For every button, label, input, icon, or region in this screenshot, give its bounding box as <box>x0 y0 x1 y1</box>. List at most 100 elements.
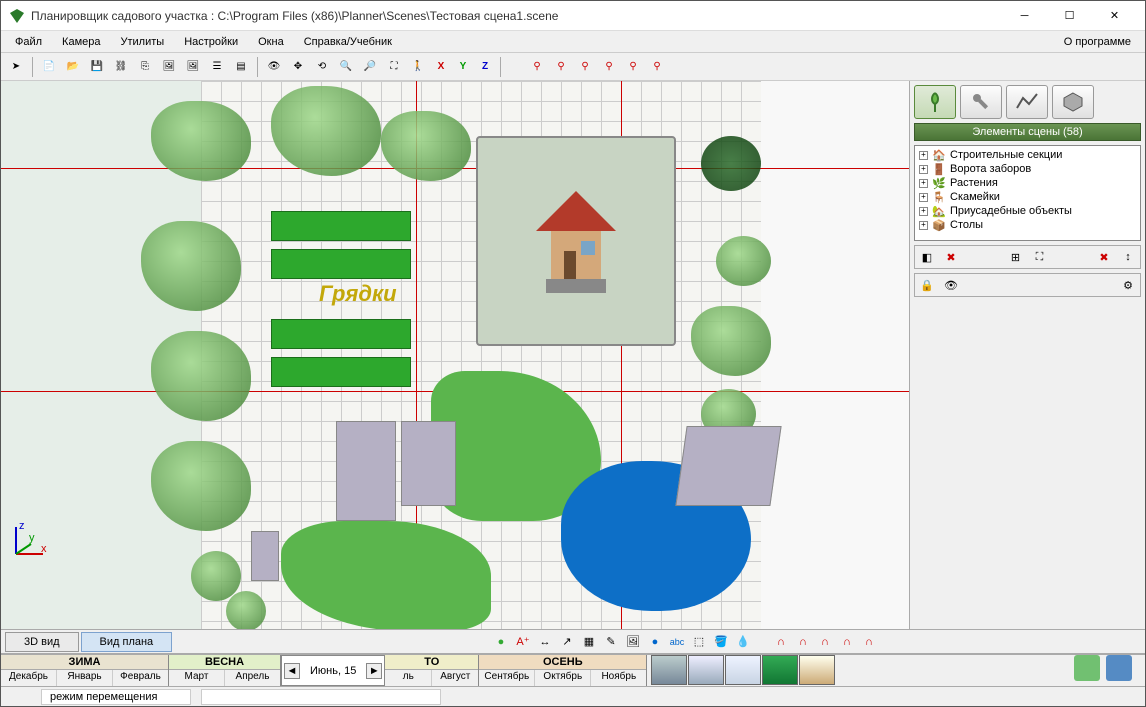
tree-item[interactable]: +🌿Растения <box>917 176 1138 190</box>
view-all-icon[interactable]: 👁 <box>263 56 285 78</box>
expand-icon[interactable]: + <box>919 151 928 160</box>
tree-object[interactable] <box>151 331 251 421</box>
thumb-4[interactable] <box>762 655 798 685</box>
expand-icon[interactable]: + <box>919 207 928 216</box>
new-file-icon[interactable]: 📄 <box>38 56 60 78</box>
expand-icon[interactable]: + <box>919 165 928 174</box>
properties-icon[interactable]: ⚙ <box>1118 276 1138 294</box>
menu-help[interactable]: Справка/Учебник <box>294 33 402 51</box>
zoom-out-icon[interactable]: 🔎 <box>359 56 381 78</box>
list-icon[interactable]: ☰ <box>206 56 228 78</box>
thumb-2[interactable] <box>688 655 724 685</box>
garden-bed[interactable] <box>271 357 411 387</box>
sort-icon[interactable]: ↕ <box>1118 248 1138 266</box>
rotate-tool-icon[interactable]: ⟲ <box>311 56 333 78</box>
snap-4-icon[interactable]: ⚲ <box>598 56 620 78</box>
tab-3d-view[interactable]: 3D вид <box>5 632 79 652</box>
tree-item[interactable]: +🏠Строительные секции <box>917 148 1138 162</box>
text-tool-icon[interactable]: A⁺ <box>513 633 533 651</box>
month-mar[interactable]: Март <box>169 670 225 686</box>
save-file-icon[interactable]: 💾 <box>86 56 108 78</box>
tab-plan-view[interactable]: Вид плана <box>81 632 173 652</box>
tree-item[interactable]: +📦Столы <box>917 218 1138 232</box>
date-next-button[interactable]: ► <box>366 663 382 679</box>
magnet-2-icon[interactable]: ∩ <box>793 633 813 651</box>
month-sep[interactable]: Сентябрь <box>479 670 535 686</box>
month-aug[interactable]: Август <box>432 670 478 686</box>
move-tool-icon[interactable]: ✥ <box>287 56 309 78</box>
maximize-button[interactable]: ☐ <box>1047 1 1092 31</box>
path-object[interactable] <box>401 421 456 506</box>
expand-icon[interactable]: + <box>919 193 928 202</box>
cursor-tool-icon[interactable]: ➤ <box>5 56 27 78</box>
month-jul[interactable]: ль <box>385 670 432 686</box>
magnet-1-icon[interactable]: ∩ <box>771 633 791 651</box>
crop-icon[interactable]: ⬚ <box>689 633 709 651</box>
tree-object[interactable] <box>151 441 251 531</box>
delete-icon[interactable]: ✖ <box>941 248 961 266</box>
visibility-icon[interactable]: 👁 <box>941 276 961 294</box>
menu-utilities[interactable]: Утилиты <box>111 33 175 51</box>
garden-bed[interactable] <box>271 319 411 349</box>
magnet-4-icon[interactable]: ∩ <box>837 633 857 651</box>
tree-item[interactable]: +🚪Ворота заборов <box>917 162 1138 176</box>
snap-6-icon[interactable]: ⚲ <box>646 56 668 78</box>
axis-y-button[interactable]: Y <box>453 56 473 78</box>
link-icon[interactable]: ⛓ <box>110 56 132 78</box>
pipette-icon[interactable]: 💧 <box>733 633 753 651</box>
panel-mode-materials-button[interactable] <box>1052 85 1094 119</box>
panel-mode-terrain-button[interactable] <box>1006 85 1048 119</box>
measure-icon[interactable]: ↔ <box>535 633 555 651</box>
clear-icon[interactable]: ✖ <box>1094 248 1114 266</box>
tree-item[interactable]: +🪑Скамейки <box>917 190 1138 204</box>
image-icon[interactable]: 🖼 <box>158 56 180 78</box>
zoom-in-icon[interactable]: 🔍 <box>335 56 357 78</box>
month-nov[interactable]: Ноябрь <box>591 670 646 686</box>
month-jan[interactable]: Январь <box>57 670 113 686</box>
light-icon[interactable]: ● <box>491 633 511 651</box>
axis-z-button[interactable]: Z <box>475 56 495 78</box>
path-tool-icon[interactable]: ↗ <box>557 633 577 651</box>
expand-icon[interactable]: + <box>919 179 928 188</box>
garden-bed[interactable] <box>271 249 411 279</box>
canvas[interactable]: Грядки <box>1 81 909 629</box>
fill-icon[interactable]: 🪣 <box>711 633 731 651</box>
tree-object[interactable] <box>716 236 771 286</box>
path-object[interactable] <box>336 421 396 521</box>
tree-object[interactable] <box>701 136 761 191</box>
garden-bed[interactable] <box>271 211 411 241</box>
month-oct[interactable]: Октябрь <box>535 670 591 686</box>
tree-object[interactable] <box>151 101 251 181</box>
panel-mode-objects-button[interactable] <box>960 85 1002 119</box>
tree-object[interactable] <box>226 591 266 629</box>
screenshot-icon[interactable]: 🖼 <box>182 56 204 78</box>
magnet-3-icon[interactable]: ∩ <box>815 633 835 651</box>
copy-icon[interactable]: ⎘ <box>134 56 156 78</box>
globe-icon[interactable]: ● <box>645 633 665 651</box>
snap-5-icon[interactable]: ⚲ <box>622 56 644 78</box>
menu-camera[interactable]: Камера <box>52 33 110 51</box>
abc-icon[interactable]: abc <box>667 633 687 651</box>
layers-icon[interactable]: ▤ <box>230 56 252 78</box>
thumb-1[interactable] <box>651 655 687 685</box>
thumb-5[interactable] <box>799 655 835 685</box>
panel-mode-plants-button[interactable] <box>914 85 956 119</box>
axis-x-button[interactable]: X <box>431 56 451 78</box>
month-apr[interactable]: Апрель <box>225 670 280 686</box>
date-prev-button[interactable]: ◄ <box>284 663 300 679</box>
menu-settings[interactable]: Настройки <box>174 33 248 51</box>
menu-file[interactable]: Файл <box>5 33 52 51</box>
minimize-button[interactable]: ─ <box>1002 1 1047 31</box>
tree-item[interactable]: +🏡Приусадебные объекты <box>917 204 1138 218</box>
magnet-5-icon[interactable]: ∩ <box>859 633 879 651</box>
path-object[interactable] <box>675 426 781 506</box>
zoom-fit-icon[interactable]: ⛶ <box>383 56 405 78</box>
month-dec[interactable]: Декабрь <box>1 670 57 686</box>
menu-about[interactable]: О программе <box>1054 33 1141 51</box>
group-icon[interactable]: ⊞ <box>1006 248 1026 266</box>
thumb-3[interactable] <box>725 655 761 685</box>
month-feb[interactable]: Февраль <box>113 670 168 686</box>
ungroup-icon[interactable]: ⛶ <box>1030 248 1050 266</box>
snap-2-icon[interactable]: ⚲ <box>550 56 572 78</box>
drawing-tool-icon[interactable]: ✎ <box>601 633 621 651</box>
